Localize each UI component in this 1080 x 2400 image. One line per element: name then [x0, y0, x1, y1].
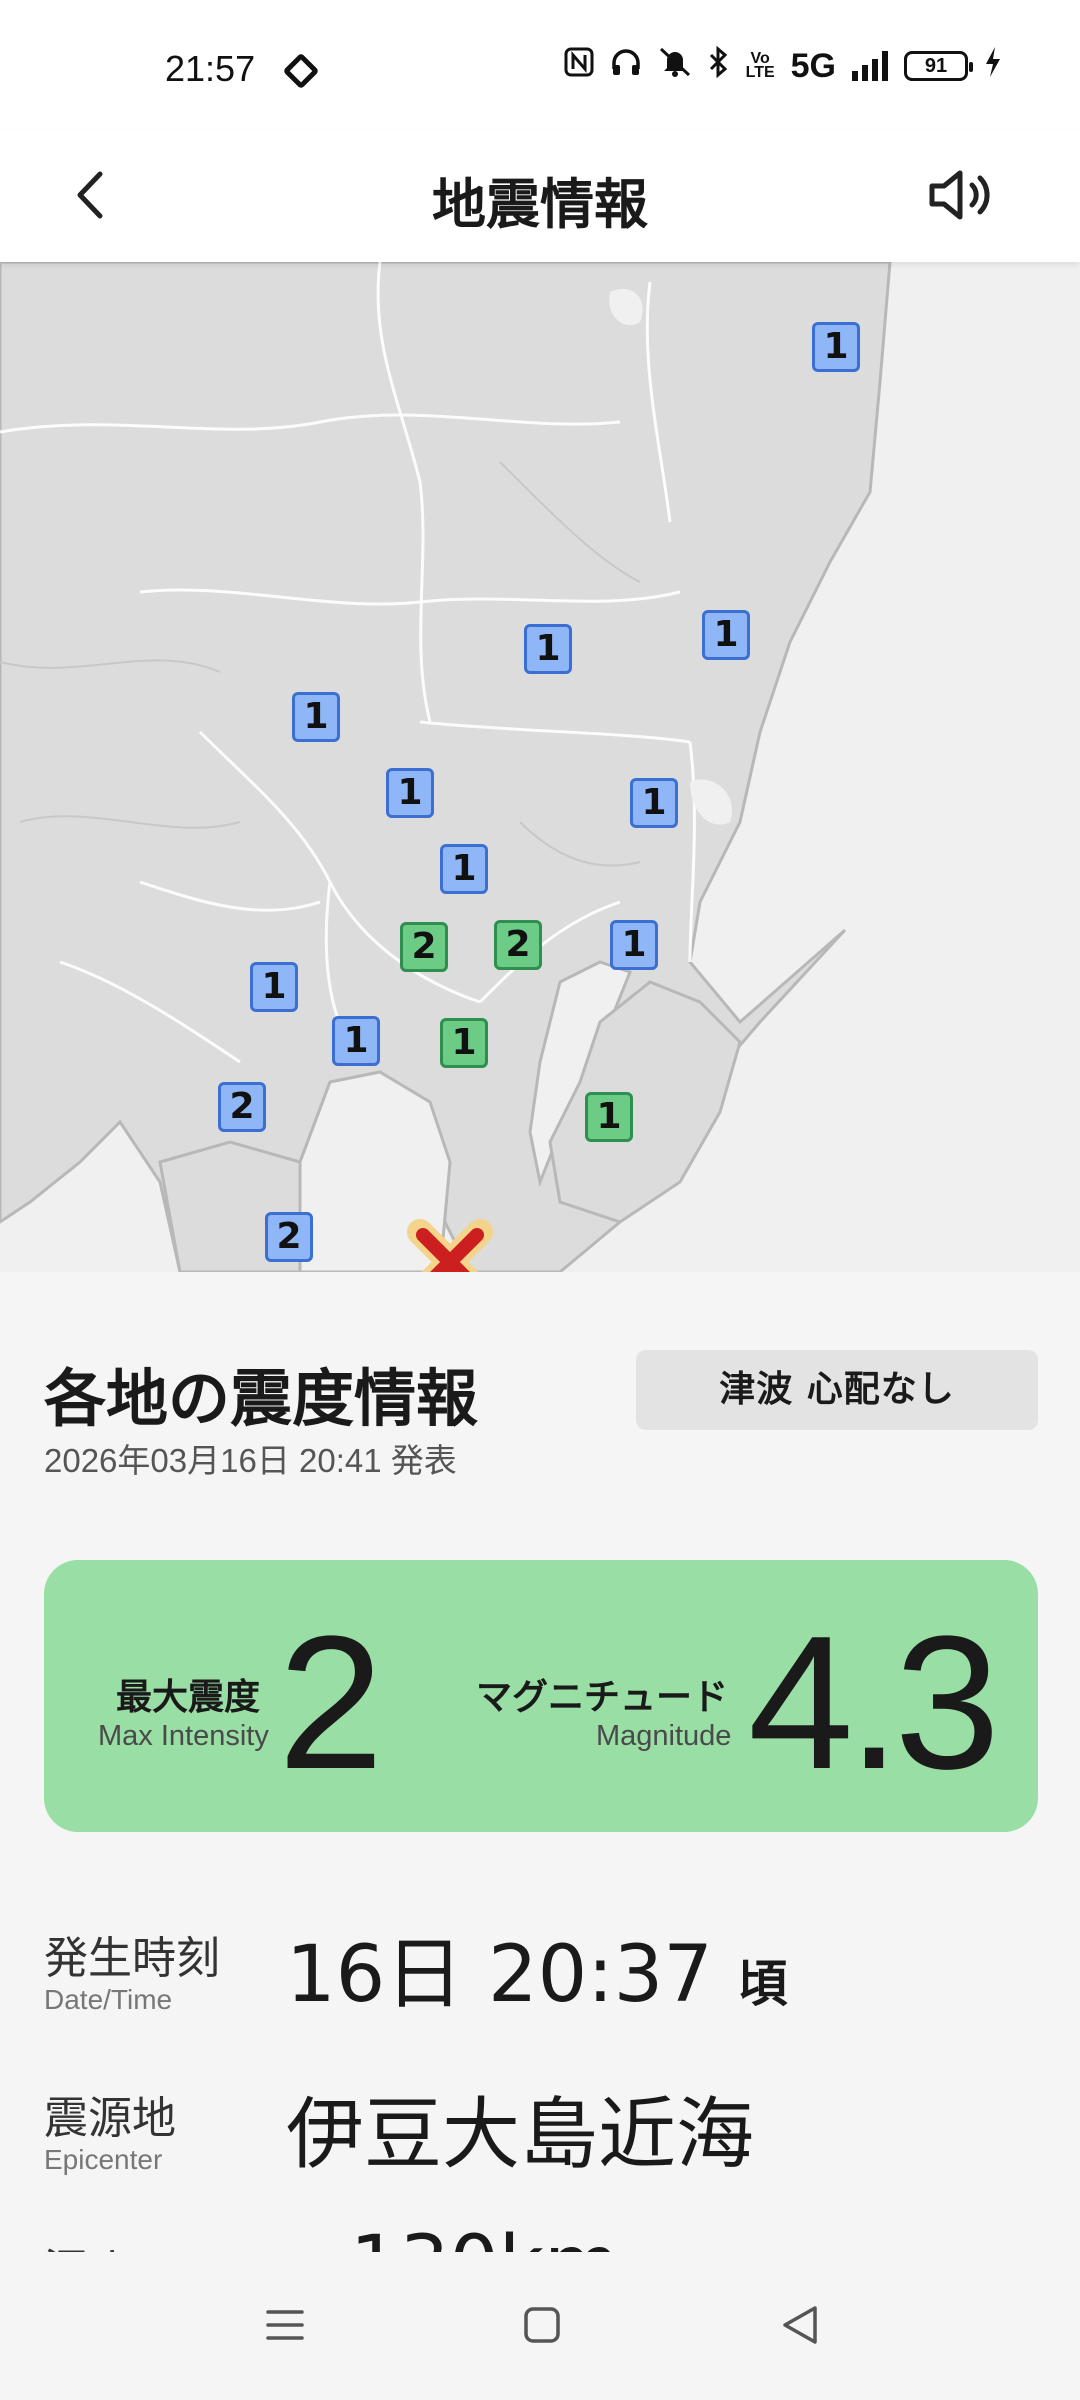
battery-icon: 91 — [904, 51, 973, 81]
max-intensity-label: 最大震度 — [116, 1677, 261, 1718]
info-panel: 各地の震度情報 2026年03月16日 20:41 発表 津波 心配なし 最大震… — [0, 1272, 1080, 2252]
menu-icon — [266, 2310, 304, 2340]
intensity-marker[interactable]: 1 — [292, 692, 340, 742]
home-icon — [524, 2307, 560, 2343]
max-intensity-label-en: Max Intensity — [98, 1720, 269, 1752]
5g-icon: 5G — [790, 46, 836, 85]
intensity-marker[interactable]: 1 — [610, 920, 658, 970]
map-terrain — [0, 262, 1080, 1272]
recent-apps-button[interactable] — [250, 2290, 320, 2360]
intensity-marker[interactable]: 2 — [400, 922, 448, 972]
nfc-icon — [564, 47, 594, 85]
epicenter-label: 震源地 — [44, 2093, 176, 2144]
charging-icon — [984, 46, 1002, 86]
bluetooth-icon — [708, 45, 730, 86]
datetime-label-en: Date/Time — [44, 1984, 173, 2015]
status-icons: Vo LTE 5G 91 — [564, 45, 1002, 86]
earthquake-map[interactable]: 1 1 1 1 1 1 1 1 2 2 1 1 1 2 1 2 — [0, 262, 1080, 1272]
page-title: 地震情報 — [432, 173, 648, 236]
depth-label: 深さ — [44, 2234, 132, 2252]
magnitude-value: 4.3 — [748, 1597, 1000, 1809]
epicenter-x-icon[interactable] — [405, 1217, 495, 1272]
sound-button[interactable] — [922, 160, 1002, 230]
tsunami-badge: 津波 心配なし — [636, 1350, 1038, 1430]
intensity-card: 最大震度 Max Intensity 2 マグニチュード Magnitude 4… — [44, 1560, 1038, 1832]
epicenter-label-en: Epicenter — [44, 2144, 163, 2175]
datetime-text: 16日 20:37 — [286, 1930, 713, 2020]
volte-icon: Vo LTE — [745, 50, 775, 81]
diamond-icon — [282, 52, 320, 90]
intensity-marker[interactable]: 2 — [494, 920, 542, 970]
status-bar: 21:57 Vo LTE 5G 91 — [0, 0, 1080, 130]
intensity-marker[interactable]: 1 — [250, 962, 298, 1012]
max-intensity-value: 2 — [278, 1597, 384, 1809]
epicenter-value: 伊豆大島近海 — [286, 2090, 755, 2180]
home-button[interactable] — [507, 2290, 577, 2360]
navigation-bar — [0, 2252, 1080, 2400]
intensity-marker[interactable]: 1 — [332, 1016, 380, 1066]
datetime-label: 発生時刻 — [44, 1933, 220, 1984]
nav-back-button[interactable] — [765, 2290, 835, 2360]
intensity-marker[interactable]: 2 — [218, 1082, 266, 1132]
magnitude-label-en: Magnitude — [596, 1720, 732, 1752]
datetime-suffix: 頃 — [737, 1955, 788, 2013]
bell-off-icon — [658, 46, 692, 86]
intensity-marker[interactable]: 1 — [524, 624, 572, 674]
intensity-marker[interactable]: 1 — [440, 1018, 488, 1068]
signal-icon — [852, 51, 888, 81]
status-time: 21:57 — [165, 48, 256, 89]
magnitude-label: マグニチュード — [476, 1677, 729, 1718]
intensity-marker[interactable]: 2 — [265, 1212, 313, 1262]
headphones-icon — [610, 47, 642, 85]
speaker-icon — [929, 170, 990, 220]
issued-datetime: 2026年03月16日 20:41 発表 — [44, 1442, 457, 1479]
section-title: 各地の震度情報 — [44, 1362, 479, 1435]
back-triangle-icon — [783, 2306, 817, 2344]
intensity-marker[interactable]: 1 — [440, 844, 488, 894]
datetime-value: 16日 20:37 頃 — [286, 1912, 788, 2024]
intensity-marker[interactable]: 1 — [702, 610, 750, 660]
depth-value: 130km — [350, 2220, 620, 2252]
intensity-marker[interactable]: 1 — [386, 768, 434, 818]
intensity-marker[interactable]: 1 — [812, 322, 860, 372]
intensity-marker[interactable]: 1 — [630, 778, 678, 828]
app-header: 地震情報 — [0, 130, 1080, 262]
intensity-marker[interactable]: 1 — [585, 1092, 633, 1142]
